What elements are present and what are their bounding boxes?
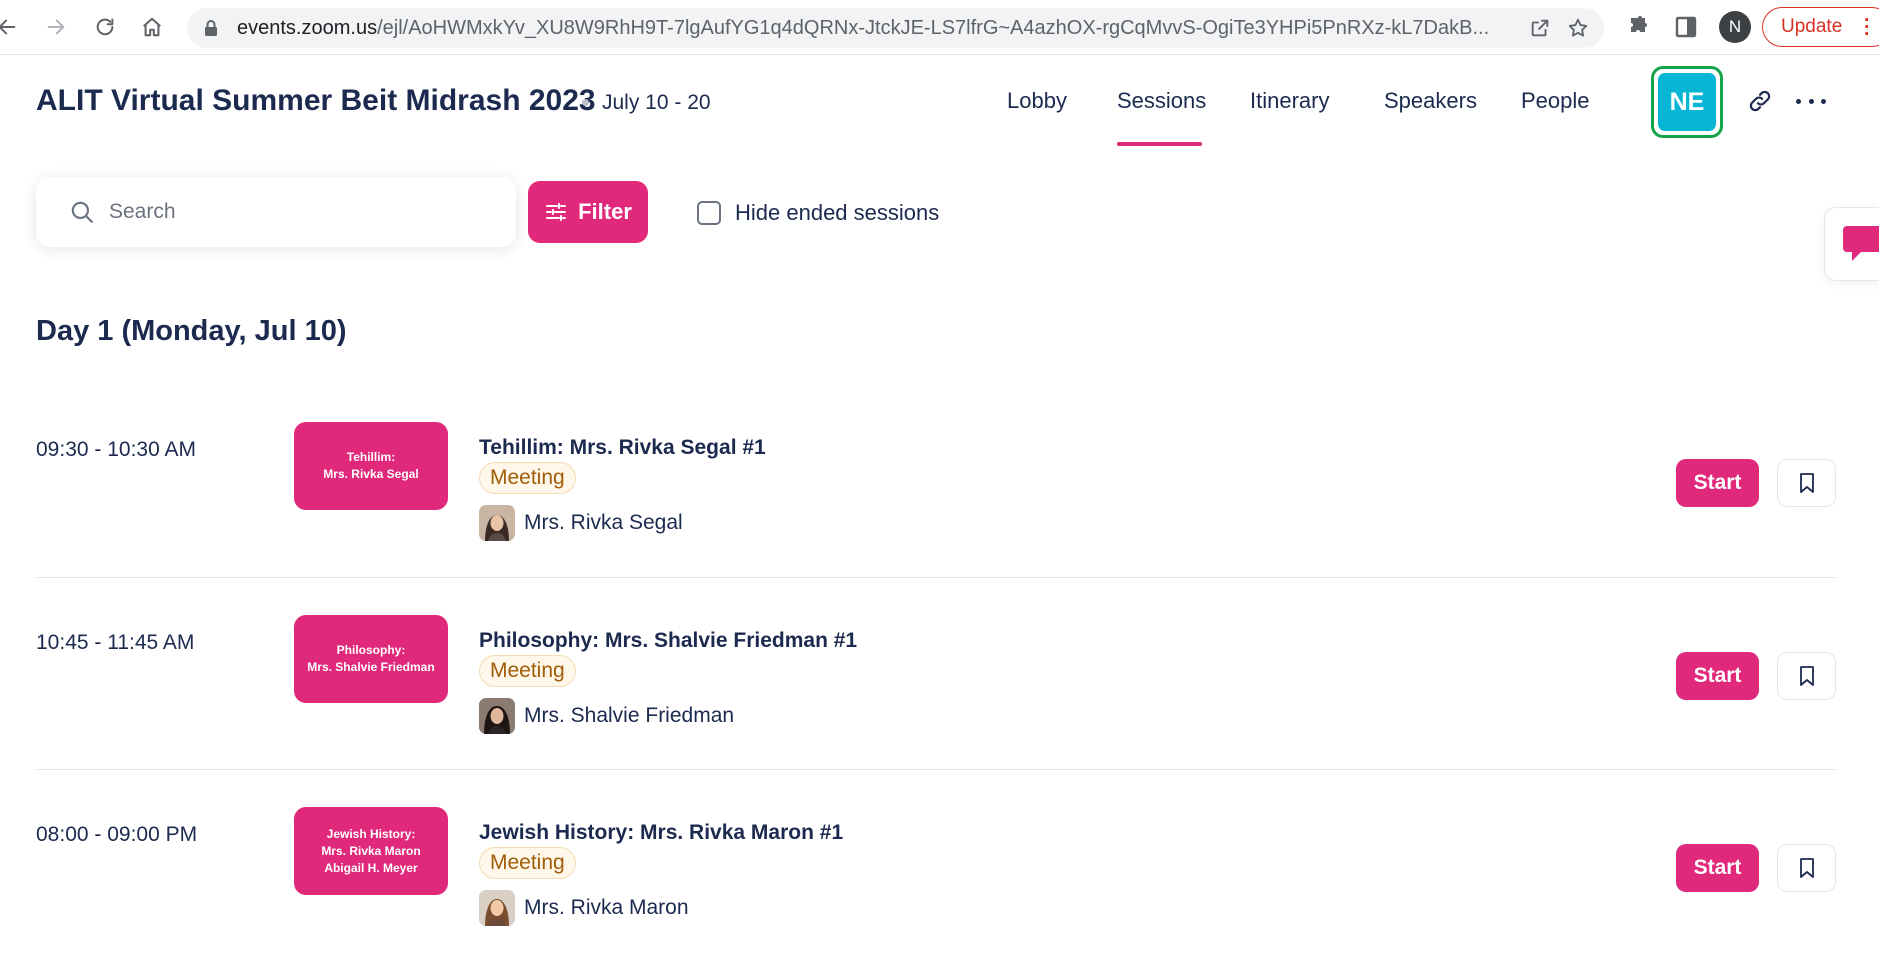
search-box[interactable]	[36, 177, 516, 247]
browser-profile-avatar[interactable]: N	[1719, 11, 1751, 43]
bookmark-icon	[1799, 473, 1814, 493]
start-button[interactable]: Start	[1676, 844, 1759, 892]
session-type-badge: Meeting	[479, 462, 576, 494]
session-row: 09:30 - 10:30 AM Tehillim: Mrs. Rivka Se…	[36, 422, 1836, 612]
link-icon[interactable]	[1747, 88, 1773, 114]
address-bar[interactable]: events.zoom.us/ejl/AoHWMxkYv_XU8W9RhH9T-…	[187, 8, 1604, 48]
tab-speakers[interactable]: Speakers	[1384, 88, 1477, 114]
session-row: 08:00 - 09:00 PM Jewish History: Mrs. Ri…	[36, 807, 1836, 956]
row-divider	[36, 577, 1836, 578]
browser-update-button[interactable]: Update · · ·	[1762, 7, 1879, 47]
session-thumbnail[interactable]: Philosophy: Mrs. Shalvie Friedman	[294, 615, 448, 703]
share-icon[interactable]	[1529, 17, 1551, 39]
back-arrow-icon[interactable]	[0, 12, 22, 42]
hide-ended-checkbox[interactable]	[697, 201, 721, 225]
bookmark-button[interactable]	[1777, 459, 1836, 507]
bookmark-button[interactable]	[1777, 844, 1836, 892]
session-row: 10:45 - 11:45 AM Philosophy: Mrs. Shalvi…	[36, 615, 1836, 805]
event-title: ALIT Virtual Summer Beit Midrash 2023	[36, 84, 596, 117]
thumbnail-line: Jewish History:	[326, 826, 416, 841]
thumbnail-line: Abigail H. Meyer	[324, 860, 418, 875]
sliders-icon	[546, 203, 567, 221]
bookmark-icon	[1799, 858, 1814, 878]
update-label: Update	[1781, 16, 1843, 37]
url-text[interactable]: events.zoom.us/ejl/AoHWMxkYv_XU8W9RhH9T-…	[237, 17, 1517, 39]
session-time: 08:00 - 09:00 PM	[36, 823, 198, 846]
filter-button[interactable]: Filter	[528, 181, 648, 243]
more-dots-icon[interactable]	[1796, 90, 1826, 112]
title-separator-dot	[582, 99, 589, 106]
tab-itinerary[interactable]: Itinerary	[1250, 88, 1329, 114]
star-icon[interactable]	[1567, 17, 1589, 39]
speaker-name[interactable]: Mrs. Shalvie Friedman	[524, 704, 734, 728]
speaker-name[interactable]: Mrs. Rivka Segal	[524, 511, 683, 535]
day-heading: Day 1 (Monday, Jul 10)	[36, 315, 347, 347]
start-button[interactable]: Start	[1676, 652, 1759, 700]
row-divider	[36, 769, 1836, 770]
browser-toolbar: events.zoom.us/ejl/AoHWMxkYv_XU8W9RhH9T-…	[0, 0, 1879, 55]
side-panel-icon[interactable]	[1672, 13, 1700, 41]
search-icon	[71, 201, 93, 223]
home-icon[interactable]	[137, 12, 167, 42]
puzzle-icon[interactable]	[1624, 13, 1652, 41]
session-title[interactable]: Jewish History: Mrs. Rivka Maron #1	[479, 821, 843, 845]
tab-lobby[interactable]: Lobby	[1007, 88, 1067, 114]
session-type-badge: Meeting	[479, 847, 576, 879]
speaker-name[interactable]: Mrs. Rivka Maron	[524, 896, 689, 920]
user-avatar[interactable]: NE	[1651, 66, 1723, 138]
session-time: 09:30 - 10:30 AM	[36, 438, 196, 461]
thumbnail-line: Mrs. Rivka Maron	[321, 843, 421, 858]
bookmark-button[interactable]	[1777, 652, 1836, 700]
url-path: /ejl/AoHWMxkYv_XU8W9RhH9T-7lgAufYG1q4dQR…	[377, 17, 1490, 39]
chat-button[interactable]	[1824, 207, 1879, 281]
tab-people[interactable]: People	[1521, 88, 1590, 114]
session-time: 10:45 - 11:45 AM	[36, 631, 195, 654]
lock-icon[interactable]	[203, 19, 219, 37]
url-host: events.zoom.us	[237, 17, 378, 39]
session-thumbnail[interactable]: Jewish History: Mrs. Rivka Maron Abigail…	[294, 807, 448, 895]
chat-icon	[1843, 226, 1879, 261]
session-title[interactable]: Philosophy: Mrs. Shalvie Friedman #1	[479, 629, 857, 653]
search-input[interactable]	[109, 195, 489, 229]
reload-icon[interactable]	[90, 12, 120, 42]
active-tab-indicator	[1117, 142, 1202, 146]
thumbnail-line: Mrs. Shalvie Friedman	[307, 660, 435, 674]
session-title[interactable]: Tehillim: Mrs. Rivka Segal #1	[479, 436, 766, 460]
event-dates: July 10 - 20	[602, 91, 711, 114]
speaker-avatar[interactable]	[479, 698, 515, 734]
session-thumbnail[interactable]: Tehillim: Mrs. Rivka Segal	[294, 422, 448, 510]
bookmark-icon	[1799, 666, 1814, 686]
tab-sessions[interactable]: Sessions	[1117, 88, 1206, 114]
user-initials: NE	[1658, 73, 1716, 131]
start-button[interactable]: Start	[1676, 459, 1759, 507]
thumbnail-line: Tehillim:	[346, 450, 396, 464]
speaker-avatar[interactable]	[479, 505, 515, 541]
filter-label: Filter	[578, 199, 632, 224]
session-type-badge: Meeting	[479, 655, 576, 687]
speaker-avatar[interactable]	[479, 890, 515, 926]
thumbnail-line: Mrs. Rivka Segal	[323, 467, 419, 481]
browser-menu-icon[interactable]: · · ·	[1864, 11, 1870, 44]
hide-ended-label[interactable]: Hide ended sessions	[735, 200, 939, 226]
thumbnail-line: Philosophy:	[336, 643, 406, 657]
forward-arrow-icon[interactable]	[41, 12, 71, 42]
